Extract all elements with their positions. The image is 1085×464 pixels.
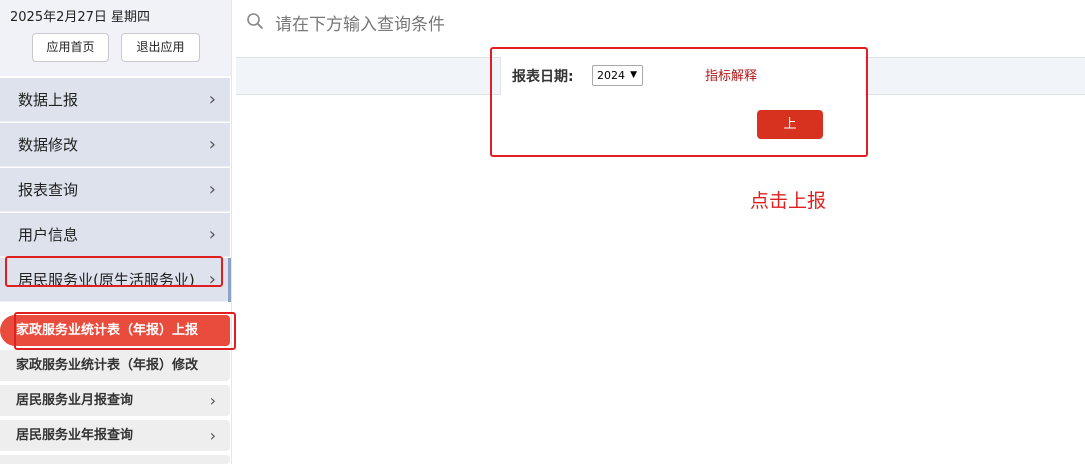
active-group-indicator (228, 258, 231, 302)
chevron-right-icon: › (209, 391, 216, 410)
menu-item-label: 数据修改 (18, 136, 79, 154)
menu-item-label: 数据上报 (18, 91, 79, 109)
search-placeholder[interactable]: 请在下方输入查询条件 (275, 10, 445, 35)
search-row: 请在下方输入查询条件 (236, 0, 1085, 44)
submenu-label: 家政服务业统计表（年报）上报 (16, 323, 199, 338)
menu-item-data-modify[interactable]: 数据修改 › (0, 123, 230, 167)
submenu-annual-query[interactable]: 居民服务业年报查询 › (0, 420, 230, 451)
annotation-hint-text: 点击上报 (750, 190, 827, 212)
report-date-label: 报表日期: (512, 69, 574, 85)
submenu-label: 居民服务业月报查询 (16, 393, 134, 408)
chevron-right-icon: › (208, 89, 216, 110)
exit-app-button[interactable]: 退出应用 (121, 33, 200, 62)
selected-year: 2024 (597, 69, 625, 82)
search-icon (247, 13, 263, 29)
menu-item-report-query[interactable]: 报表查询 › (0, 168, 230, 212)
chevron-right-icon: › (208, 269, 216, 290)
menu-item-resident-services[interactable]: 居民服务业(原生活服务业) › (0, 258, 230, 302)
submenu-label: 居民服务业年报查询 (16, 428, 134, 443)
chevron-right-icon: › (208, 134, 216, 155)
dropdown-arrow-icon: ▼ (630, 70, 637, 80)
submenu-label: 家政服务业统计表（年报）修改 (16, 358, 199, 373)
indicator-explanation-link[interactable]: 指标解释 (705, 65, 757, 84)
chevron-right-icon: › (209, 426, 216, 445)
chevron-right-icon: › (208, 224, 216, 245)
sidebar: 2025年2月27日 星期四 应用首页 退出应用 数据上报 › 数据修改 › 报… (0, 0, 232, 464)
menu-item-data-report[interactable]: 数据上报 › (0, 78, 230, 122)
submenu-next-item[interactable] (0, 455, 230, 464)
app-home-button[interactable]: 应用首页 (32, 33, 109, 62)
menu-item-user-info[interactable]: 用户信息 › (0, 213, 230, 257)
menu-item-label: 居民服务业(原生活服务业) (18, 271, 195, 289)
menu-item-label: 用户信息 (18, 226, 79, 244)
submenu-housekeeping-annual-report[interactable]: 家政服务业统计表（年报）上报 (0, 315, 230, 346)
submenu-monthly-query[interactable]: 居民服务业月报查询 › (0, 385, 230, 416)
chevron-right-icon: › (208, 179, 216, 200)
submenu-housekeeping-annual-modify[interactable]: 家政服务业统计表（年报）修改 (0, 350, 230, 381)
menu-item-label: 报表查询 (18, 181, 79, 199)
current-date: 2025年2月27日 星期四 (10, 10, 151, 25)
report-year-select[interactable]: 2024 ▼ (592, 65, 643, 86)
submit-report-button[interactable]: 上报 (757, 110, 823, 161)
